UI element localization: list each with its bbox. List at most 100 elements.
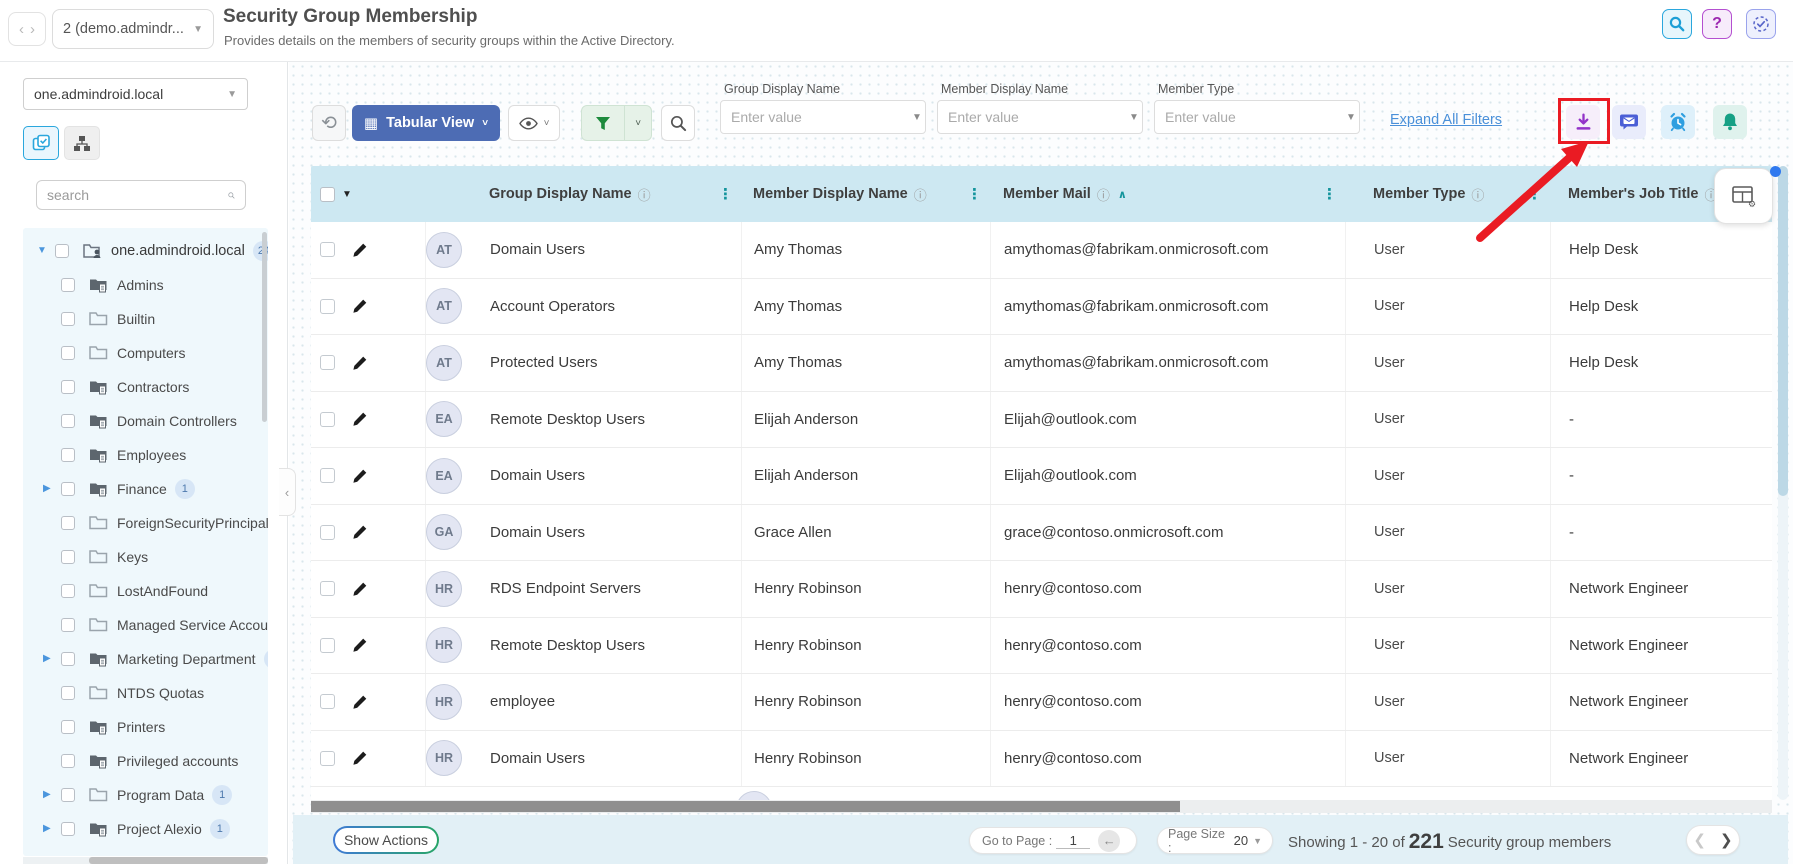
edit-pencil-icon[interactable]: [352, 637, 368, 653]
column-chooser-button[interactable]: ⚙: [1714, 168, 1773, 224]
tree-scrollbar[interactable]: [262, 232, 267, 422]
funnel-icon[interactable]: [582, 106, 626, 140]
tree-item[interactable]: ▶ Admins: [23, 268, 268, 302]
edit-pencil-icon[interactable]: [352, 355, 368, 371]
tree-checkbox[interactable]: [55, 244, 69, 258]
tree-item[interactable]: ▶ NTDS Quotas: [23, 676, 268, 710]
sort-ascending-icon[interactable]: ∧: [1118, 188, 1127, 201]
sidebar-collapse-handle[interactable]: ‹: [279, 468, 296, 516]
table-row[interactable]: AT Domain Users Amy Thomas amythomas@fab…: [311, 222, 1772, 279]
schedule-alarm-button[interactable]: [1661, 105, 1695, 139]
expand-icon[interactable]: ▶: [43, 789, 51, 800]
tree-item[interactable]: ▶ Computers: [23, 336, 268, 370]
row-checkbox[interactable]: [320, 694, 335, 710]
filter-dropdown-caret[interactable]: ˅: [625, 106, 651, 140]
checkbox-view-toggle[interactable]: [23, 126, 59, 160]
row-checkbox[interactable]: [320, 468, 335, 484]
show-actions-button[interactable]: Show Actions: [333, 826, 439, 854]
expand-all-filters-link[interactable]: Expand All Filters: [1390, 112, 1502, 128]
table-row[interactable]: EA Remote Desktop Users Elijah Anderson …: [311, 391, 1772, 448]
member-display-name-filter-input[interactable]: [948, 109, 1129, 125]
goto-page-go-button[interactable]: ←: [1098, 829, 1121, 852]
table-search-button[interactable]: [661, 105, 695, 141]
tree-item[interactable]: ▶ Keys: [23, 540, 268, 574]
row-checkbox[interactable]: [320, 298, 335, 314]
global-search-button[interactable]: [1662, 9, 1692, 39]
edit-pencil-icon[interactable]: [352, 468, 368, 484]
table-row[interactable]: EA Domain Users Elijah Anderson Elijah@o…: [311, 448, 1772, 505]
filter-input-wrap[interactable]: ▼: [1154, 100, 1360, 134]
edit-pencil-icon[interactable]: [352, 581, 368, 597]
tree-item[interactable]: ▶ Project Alexio 1: [23, 812, 268, 846]
expand-icon[interactable]: ▶: [43, 653, 51, 664]
goto-page-input[interactable]: [1056, 832, 1091, 849]
chevron-down-icon[interactable]: ▼: [912, 112, 922, 123]
table-horizontal-scrollbar[interactable]: [311, 800, 1772, 813]
row-checkbox[interactable]: [320, 524, 335, 540]
tree-item[interactable]: ▶ Printers: [23, 710, 268, 744]
column-menu-icon[interactable]: ⋮: [967, 185, 982, 203]
tree-item[interactable]: ▶ Remote users: [23, 846, 268, 856]
tree-item[interactable]: ▶ Privileged accounts: [23, 744, 268, 778]
column-header-member-mail[interactable]: Member Mail ⓘ ∧ ⋮: [990, 166, 1345, 222]
tree-item[interactable]: ▶ Program Data 1: [23, 778, 268, 812]
history-nav[interactable]: ‹ ›: [8, 12, 46, 46]
tree-checkbox[interactable]: [61, 584, 75, 598]
view-mode-button[interactable]: ▦ Tabular View ˅: [352, 105, 500, 141]
tree-horizontal-scrollbar[interactable]: [23, 857, 268, 864]
tree-checkbox[interactable]: [61, 788, 75, 802]
email-report-button[interactable]: [1612, 105, 1646, 139]
tree-checkbox[interactable]: [61, 822, 75, 836]
edit-pencil-icon[interactable]: [352, 411, 368, 427]
edit-pencil-icon[interactable]: [352, 298, 368, 314]
select-menu-caret-icon[interactable]: ▼: [342, 189, 352, 200]
member-type-filter-input[interactable]: [1165, 109, 1346, 125]
column-menu-icon[interactable]: ⋮: [718, 185, 733, 203]
table-row[interactable]: HR Remote Desktop Users Henry Robinson h…: [311, 617, 1772, 674]
tree-checkbox[interactable]: [61, 550, 75, 564]
column-menu-icon[interactable]: ⋮: [1527, 185, 1542, 203]
alerts-bell-button[interactable]: [1713, 105, 1747, 139]
tree-checkbox[interactable]: [61, 346, 75, 360]
tree-checkbox[interactable]: [61, 414, 75, 428]
tree-item[interactable]: ▶ Marketing Department 1: [23, 642, 268, 676]
table-vertical-scrollbar[interactable]: [1778, 166, 1788, 800]
export-download-button[interactable]: [1566, 105, 1600, 139]
expand-icon[interactable]: ▶: [43, 823, 51, 834]
collapse-icon[interactable]: ▼: [37, 245, 47, 256]
column-header-member-type[interactable]: Member Type ⓘ ⋮: [1345, 166, 1550, 222]
table-row[interactable]: GA Domain Users Grace Allen grace@contos…: [311, 504, 1772, 561]
table-row[interactable]: HR RDS Endpoint Servers Henry Robinson h…: [311, 561, 1772, 618]
refresh-button[interactable]: ⟲: [312, 105, 346, 141]
column-header-group-display-name[interactable]: Group Display Name ⓘ ⋮: [425, 166, 741, 222]
table-row[interactable]: AT Protected Users Amy Thomas amythomas@…: [311, 335, 1772, 392]
filter-button[interactable]: ˅: [581, 105, 652, 141]
column-menu-icon[interactable]: ⋮: [1322, 185, 1337, 203]
table-row[interactable]: HR Domain Users Henry Robinson henry@con…: [311, 730, 1772, 787]
expand-icon[interactable]: ▶: [43, 483, 51, 494]
tree-item[interactable]: ▶ Managed Service Accounts: [23, 608, 268, 642]
page-size-control[interactable]: Page Size : 20 ▼: [1157, 827, 1273, 855]
row-checkbox[interactable]: [320, 581, 335, 597]
chevron-down-icon[interactable]: ▼: [1129, 112, 1139, 123]
table-row[interactable]: HR employee Henry Robinson henry@contoso…: [311, 674, 1772, 731]
tree-search-box[interactable]: [36, 180, 246, 210]
tree-item[interactable]: ▶ Domain Controllers: [23, 404, 268, 438]
tree-item[interactable]: ▶ Contractors: [23, 370, 268, 404]
tree-checkbox[interactable]: [61, 618, 75, 632]
tree-item[interactable]: ▶ Employees: [23, 438, 268, 472]
previous-page-icon[interactable]: ❮: [1693, 831, 1706, 849]
tree-checkbox[interactable]: [61, 448, 75, 462]
column-header-member-display-name[interactable]: Member Display Name ⓘ ⋮: [741, 166, 990, 222]
edit-pencil-icon[interactable]: [352, 750, 368, 766]
row-checkbox[interactable]: [320, 355, 335, 371]
tasks-status-button[interactable]: [1746, 9, 1776, 39]
tree-item[interactable]: ▶ LostAndFound: [23, 574, 268, 608]
row-checkbox[interactable]: [320, 242, 335, 258]
edit-pencil-icon[interactable]: [352, 694, 368, 710]
nav-forward-icon[interactable]: ›: [30, 21, 35, 38]
tree-checkbox[interactable]: [61, 686, 75, 700]
group-display-name-filter-input[interactable]: [731, 109, 912, 125]
tree-checkbox[interactable]: [61, 516, 75, 530]
row-checkbox[interactable]: [320, 637, 335, 653]
